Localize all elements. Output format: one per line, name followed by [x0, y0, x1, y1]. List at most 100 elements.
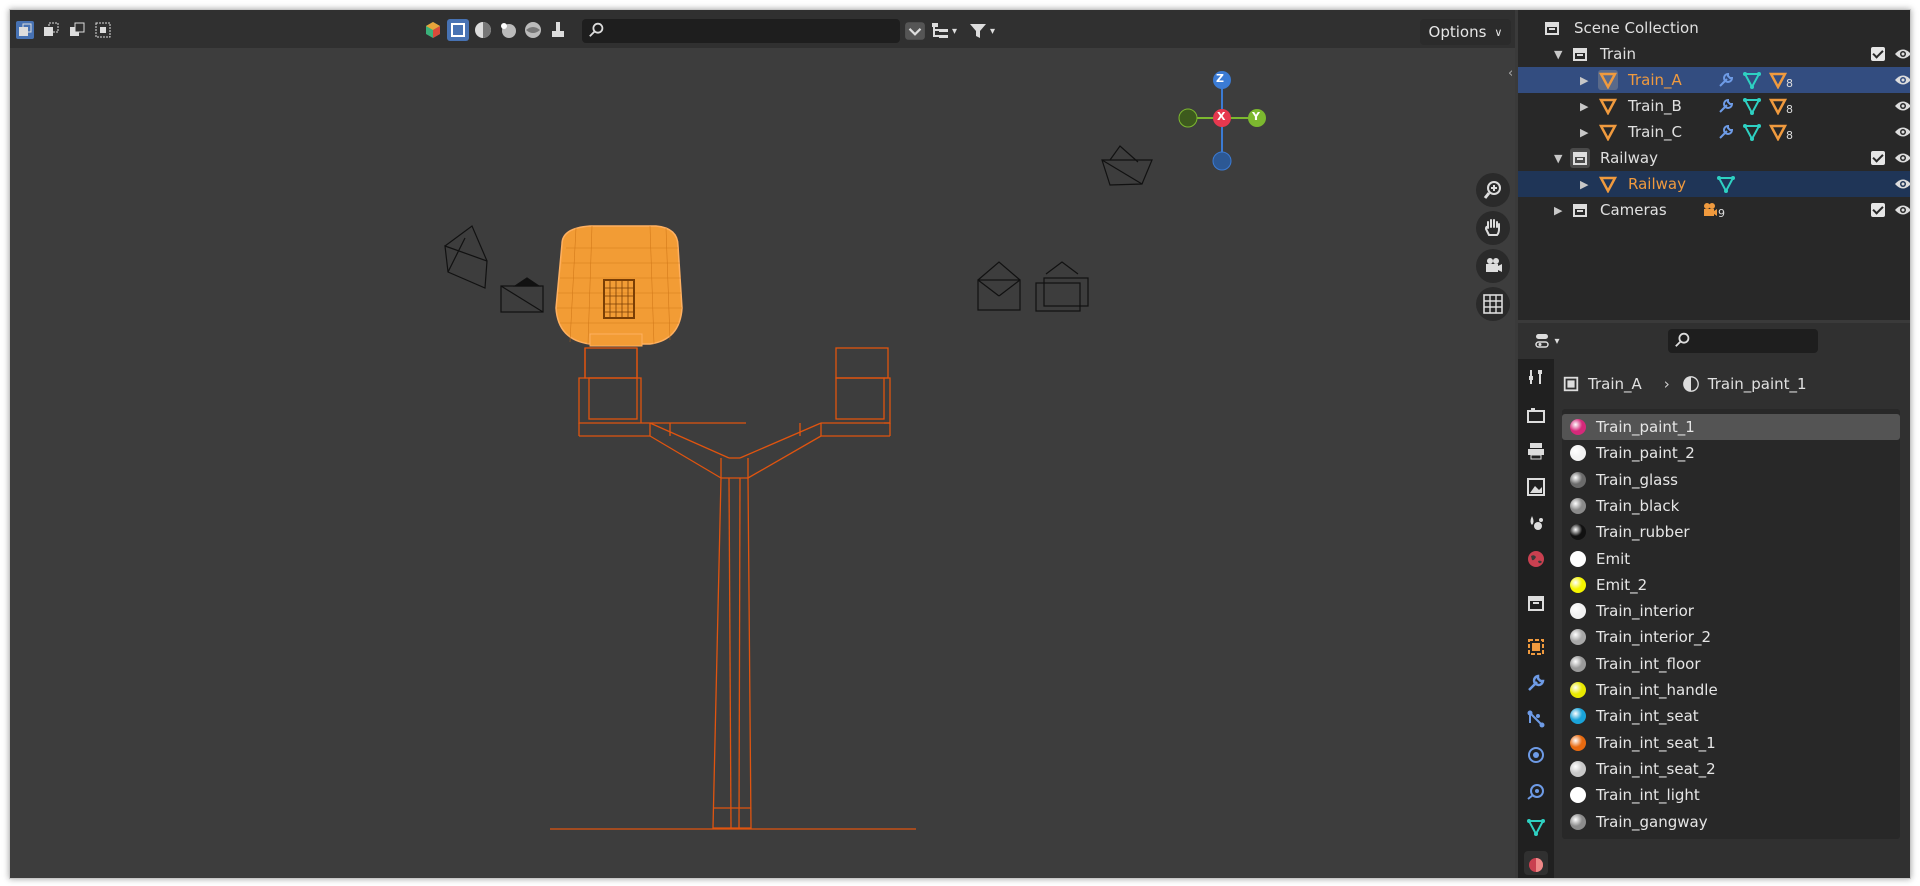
material-slots-icon[interactable]	[1768, 70, 1788, 90]
mesh-object-icon	[1598, 174, 1618, 194]
tab-view-layer[interactable]	[1524, 475, 1548, 499]
mesh-data-icon[interactable]	[1742, 96, 1762, 116]
tab-data[interactable]	[1524, 815, 1548, 839]
material-slot-row[interactable]: Train_paint_1	[1562, 414, 1900, 440]
outliner-row-railway-collection[interactable]: ▼ Railway	[1518, 145, 1911, 171]
filter-options-dropdown[interactable]: ▾	[968, 19, 995, 43]
pan-button[interactable]	[1476, 211, 1510, 245]
scene-icon	[1530, 516, 1543, 530]
expand-arrow-icon[interactable]: ▶	[1580, 74, 1588, 87]
tab-physics[interactable]	[1524, 743, 1548, 767]
wrench-modifier-icon[interactable]	[1716, 70, 1736, 90]
material-slot-row[interactable]: Emit_2	[1562, 572, 1900, 598]
shading-options-icon[interactable]	[547, 19, 569, 41]
tab-render[interactable]	[1524, 403, 1548, 427]
tab-world[interactable]	[1524, 547, 1548, 571]
expand-arrow-icon[interactable]: ▶	[1580, 178, 1588, 191]
material-count-badge: 8	[1786, 103, 1793, 116]
material-preview-icon[interactable]	[497, 19, 519, 41]
material-slot-row[interactable]: Train_int_seat_2	[1562, 756, 1900, 782]
material-slot-row[interactable]: Train_int_handle	[1562, 677, 1900, 703]
camera-objects-icon[interactable]	[1700, 200, 1720, 220]
tab-scene[interactable]	[1524, 511, 1548, 535]
select-intersect-icon[interactable]	[92, 19, 114, 41]
material-slot-row[interactable]: Train_paint_2	[1562, 440, 1900, 466]
outliner-row-train-c[interactable]: ▶ Train_C 8	[1518, 119, 1911, 145]
expand-arrow-icon[interactable]: ▼	[1554, 152, 1562, 165]
material-slot-row[interactable]: Train_glass	[1562, 467, 1900, 493]
camera-view-button[interactable]	[1476, 249, 1510, 283]
material-slots-icon[interactable]	[1768, 96, 1788, 116]
filter-dropdown-button[interactable]	[904, 19, 926, 43]
ortho-toggle-button[interactable]	[1476, 287, 1510, 321]
wrench-modifier-icon[interactable]	[1716, 122, 1736, 142]
material-slot-row[interactable]: Emit	[1562, 546, 1900, 572]
expand-arrow-icon[interactable]: ▶	[1580, 100, 1588, 113]
select-subtract-icon[interactable]	[66, 19, 88, 41]
tab-particles[interactable]	[1524, 707, 1548, 731]
material-preview-icon	[1570, 708, 1586, 725]
material-slot-list[interactable]: Train_paint_1 Train_paint_2 Train_glass Tra…	[1562, 409, 1900, 839]
tab-tool[interactable]	[1524, 365, 1548, 389]
tab-constraints[interactable]	[1524, 779, 1548, 803]
tab-collection[interactable]	[1524, 591, 1548, 615]
outliner-row-scene-collection[interactable]: Scene Collection	[1518, 15, 1910, 41]
scene-canvas[interactable]	[10, 48, 1515, 879]
wrench-modifier-icon[interactable]	[1716, 96, 1736, 116]
outliner-row-train-b[interactable]: ▶ Train_B 8	[1518, 93, 1911, 119]
viewport-3d[interactable]: ▾ ▾ Options ∨ ‹ Z X Y	[10, 10, 1515, 879]
material-slot-row[interactable]: Train_int_seat	[1562, 703, 1900, 729]
exclude-checkbox[interactable]	[1871, 151, 1885, 165]
tab-output[interactable]	[1524, 439, 1548, 463]
material-slot-row[interactable]: Train_interior_2	[1562, 624, 1900, 650]
properties-search-input[interactable]	[1668, 329, 1818, 353]
material-slot-row[interactable]: Train_int_light	[1562, 782, 1900, 808]
gizmo-toggle-icon[interactable]	[422, 19, 444, 41]
display-mode-dropdown[interactable]: ▾	[930, 19, 957, 43]
wireframe-shading-icon[interactable]	[447, 19, 469, 41]
mesh-data-icon[interactable]	[1716, 174, 1736, 194]
material-preview-icon	[1570, 576, 1586, 593]
exclude-checkbox[interactable]	[1871, 203, 1885, 217]
eye-icon[interactable]	[1894, 204, 1911, 216]
material-slot-row[interactable]: Train_gangway	[1562, 809, 1900, 835]
outliner-row-cameras-collection[interactable]: ▶ Cameras 9	[1518, 197, 1911, 223]
eye-icon[interactable]	[1894, 100, 1911, 112]
outliner-row-train-a[interactable]: ▶ Train_A 8	[1518, 67, 1911, 93]
tab-modifiers[interactable]	[1524, 671, 1548, 695]
eye-icon[interactable]	[1894, 48, 1911, 60]
funnel-icon	[970, 24, 986, 38]
eye-icon[interactable]	[1894, 152, 1911, 164]
material-slot-row[interactable]: Train_int_seat_1	[1562, 730, 1900, 756]
eye-icon[interactable]	[1894, 74, 1911, 86]
viewport-search-input[interactable]	[582, 19, 900, 43]
material-slot-row[interactable]: Train_black	[1562, 493, 1900, 519]
outliner-row-railway-object[interactable]: ▶ Railway	[1518, 171, 1911, 197]
exclude-checkbox[interactable]	[1871, 47, 1885, 61]
mesh-data-icon[interactable]	[1742, 70, 1762, 90]
solid-shading-icon[interactable]	[472, 19, 494, 41]
tab-material[interactable]	[1524, 851, 1548, 875]
material-icon	[1682, 376, 1699, 392]
eye-icon[interactable]	[1894, 126, 1911, 138]
hierarchy-icon	[932, 23, 948, 38]
select-set-icon[interactable]	[14, 19, 36, 41]
axis-gizmo[interactable]	[1175, 62, 1285, 172]
options-dropdown[interactable]: Options ∨	[1420, 19, 1511, 45]
select-extend-icon[interactable]	[40, 19, 62, 41]
material-slots-icon[interactable]	[1768, 122, 1788, 142]
rendered-shading-icon[interactable]	[522, 19, 544, 41]
tab-object[interactable]	[1524, 635, 1548, 659]
expand-arrow-icon[interactable]: ▶	[1580, 126, 1588, 139]
material-slot-row[interactable]: Train_interior	[1562, 598, 1900, 624]
zoom-button[interactable]	[1476, 173, 1510, 207]
editor-type-dropdown[interactable]: ▾	[1530, 330, 1564, 352]
collection-icon	[1528, 596, 1544, 611]
eye-icon[interactable]	[1894, 178, 1911, 190]
expand-arrow-icon[interactable]: ▶	[1554, 204, 1562, 217]
expand-arrow-icon[interactable]: ▼	[1554, 48, 1562, 61]
material-slot-row[interactable]: Train_int_floor	[1562, 651, 1900, 677]
mesh-data-icon[interactable]	[1742, 122, 1762, 142]
outliner-row-train-collection[interactable]: ▼ Train	[1518, 41, 1911, 67]
material-slot-row[interactable]: Train_rubber	[1562, 519, 1900, 545]
